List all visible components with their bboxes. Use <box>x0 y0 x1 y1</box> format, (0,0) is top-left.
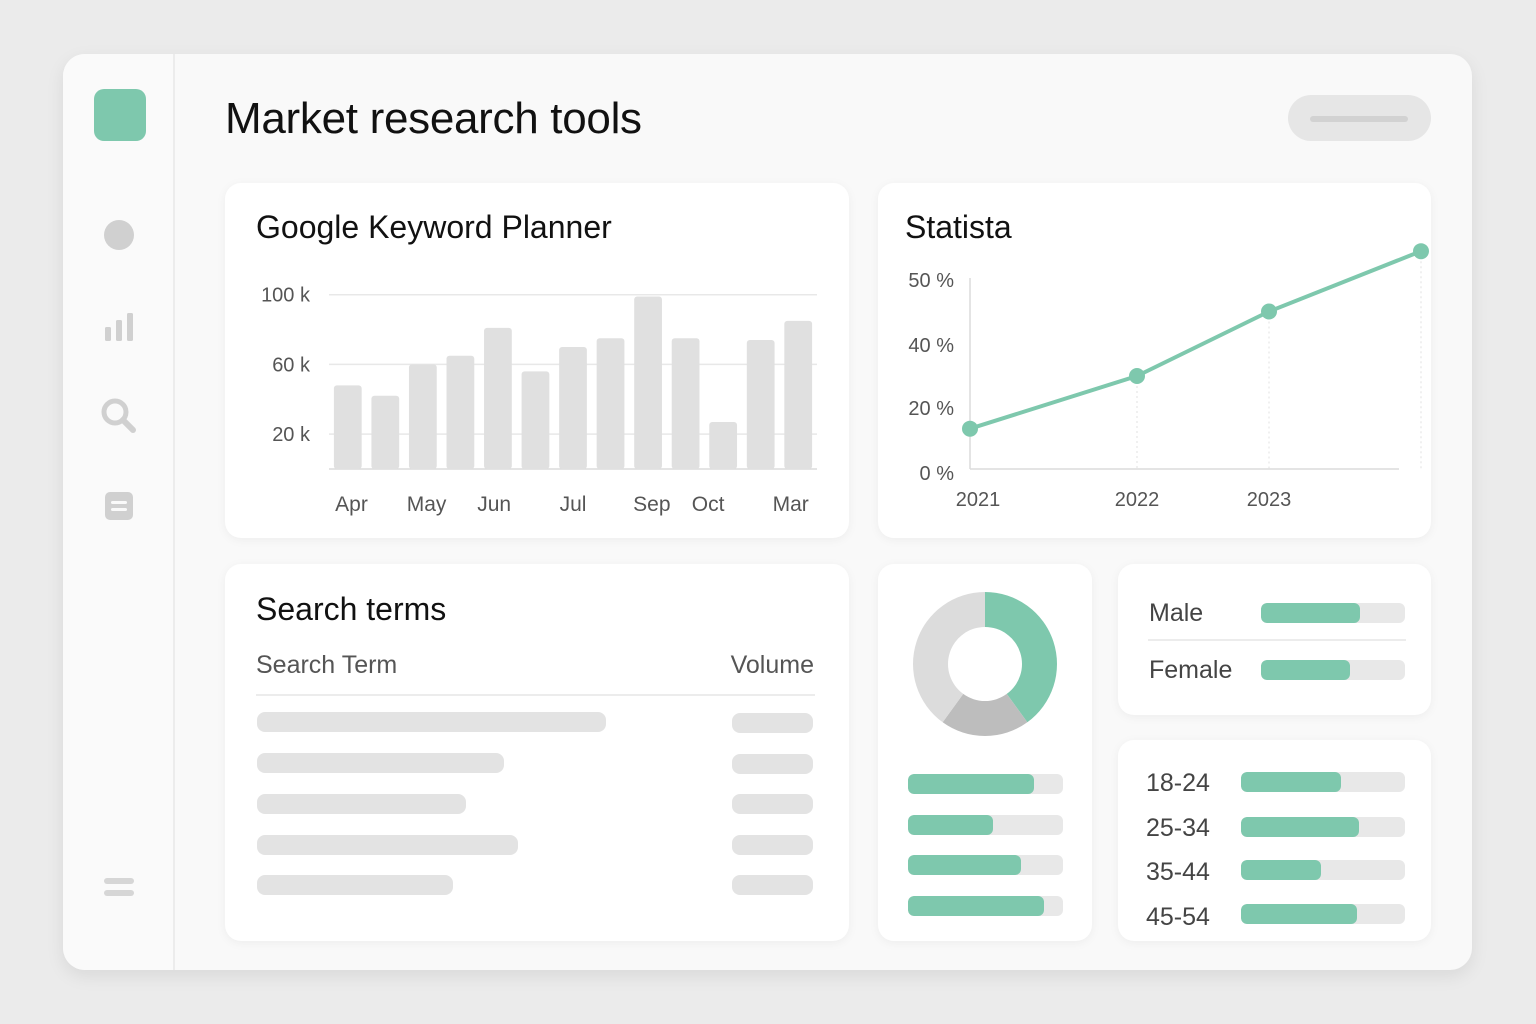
data-point[interactable] <box>962 420 978 437</box>
keyword-planner-card: Google Keyword Planner 100 k 60 k 20 k Apr M… <box>225 183 849 538</box>
x-tick-label: Sep <box>633 493 670 516</box>
y-tick-label: 0 % <box>920 463 955 485</box>
bar-fill <box>1261 660 1351 680</box>
donut-card <box>878 564 1092 941</box>
bar-fill <box>1241 860 1322 880</box>
x-tick-label: Oct <box>692 493 725 516</box>
donut-stat-bar <box>908 815 1063 835</box>
document-icon[interactable] <box>99 486 139 526</box>
column-header-search-term[interactable]: Search Term <box>256 651 397 680</box>
bar-fill <box>1241 772 1342 792</box>
bar[interactable] <box>634 296 662 469</box>
series-line <box>969 249 1422 431</box>
age-bar <box>1241 860 1405 880</box>
x-tick-label: 2023 <box>1247 489 1292 511</box>
y-tick-label: 40 % <box>908 335 954 357</box>
age-bar <box>1241 817 1405 837</box>
bar[interactable] <box>446 355 475 469</box>
volume-placeholder <box>732 754 813 774</box>
donut-stat-bar <box>908 774 1063 794</box>
bar[interactable] <box>559 347 587 469</box>
age-bar <box>1241 772 1405 792</box>
bar-chart-icon[interactable] <box>99 306 139 346</box>
top-action-pill[interactable] <box>1288 95 1431 141</box>
y-tick-label: 20 % <box>908 398 954 420</box>
y-tick-label: 20 k <box>272 424 311 446</box>
sidebar <box>63 54 175 970</box>
bar-fill <box>908 896 1045 916</box>
keyword-bar-chart: 100 k 60 k 20 k Apr May Jun Jul Sep Oct Mar <box>261 285 817 516</box>
search-terms-title: Search terms <box>256 591 447 627</box>
bar[interactable] <box>709 421 738 469</box>
gender-divider <box>1148 639 1406 641</box>
age-label: 18-24 <box>1146 769 1210 797</box>
data-point[interactable] <box>1261 303 1277 320</box>
bar-fill <box>1241 904 1358 924</box>
bar-fill <box>1241 817 1360 837</box>
app-window: Market research tools Google Keyword Pla… <box>63 54 1472 970</box>
bar-fill <box>908 774 1034 794</box>
volume-placeholder <box>732 835 813 855</box>
gender-bar-male <box>1261 603 1405 623</box>
statista-line-chart: 50 % 40 % 20 % 0 %2021 2022 2023 <box>908 243 1429 511</box>
term-placeholder <box>257 753 504 773</box>
volume-placeholder <box>732 875 813 895</box>
term-placeholder <box>257 835 518 855</box>
x-tick-label: Jul <box>560 493 587 516</box>
x-tick-label: Apr <box>335 493 368 516</box>
donut-chart <box>913 592 1057 736</box>
term-placeholder <box>257 875 453 895</box>
x-tick-label: Jun <box>477 493 511 516</box>
age-bar <box>1241 904 1405 924</box>
age-card: 18-24 25-34 35-44 45-54 <box>1118 740 1431 941</box>
menu-icon[interactable] <box>99 867 139 907</box>
gender-bar-female <box>1261 660 1405 680</box>
donut-stat-bar <box>908 855 1063 875</box>
y-tick-label: 50 % <box>908 270 954 292</box>
app-logo[interactable] <box>94 89 146 141</box>
gender-card: Male Female <box>1118 564 1431 715</box>
gender-label-female: Female <box>1149 656 1233 684</box>
bar[interactable] <box>671 338 700 469</box>
search-icon[interactable] <box>99 396 139 436</box>
bar[interactable] <box>371 395 400 469</box>
circle-icon[interactable] <box>99 215 139 255</box>
bar[interactable] <box>333 385 362 469</box>
y-tick-label: 100 k <box>261 285 311 307</box>
bar-fill <box>908 855 1022 875</box>
page-title: Market research tools <box>225 94 642 143</box>
x-tick-label: 2021 <box>956 489 1001 511</box>
age-label: 25-34 <box>1146 814 1210 842</box>
header-divider <box>256 694 815 696</box>
bar[interactable] <box>521 371 550 469</box>
bar[interactable] <box>746 340 775 469</box>
statista-card: Statista 50 % 40 % 20 % 0 % 2021 2022 2023 <box>878 183 1431 538</box>
volume-placeholder <box>732 713 813 733</box>
bar[interactable] <box>784 320 813 469</box>
data-point[interactable] <box>1129 368 1145 384</box>
bar[interactable] <box>596 338 625 469</box>
bar-fill <box>1261 603 1361 623</box>
x-tick-label: May <box>407 493 447 516</box>
gender-label-male: Male <box>1149 599 1204 627</box>
bar[interactable] <box>484 327 512 469</box>
term-placeholder <box>257 712 606 732</box>
x-tick-label: 2022 <box>1115 489 1160 511</box>
age-label: 45-54 <box>1146 903 1210 931</box>
bar[interactable] <box>408 364 437 469</box>
data-point[interactable] <box>1413 243 1429 260</box>
term-placeholder <box>257 794 466 814</box>
search-terms-card: Search terms Search Term Volume <box>225 564 849 941</box>
x-tick-label: Mar <box>773 493 809 516</box>
age-label: 35-44 <box>1146 858 1210 886</box>
donut-stat-bar <box>908 896 1063 916</box>
column-header-volume[interactable]: Volume <box>731 651 814 680</box>
y-tick-label: 60 k <box>272 354 311 376</box>
bar-fill <box>908 815 994 835</box>
volume-placeholder <box>732 794 813 814</box>
